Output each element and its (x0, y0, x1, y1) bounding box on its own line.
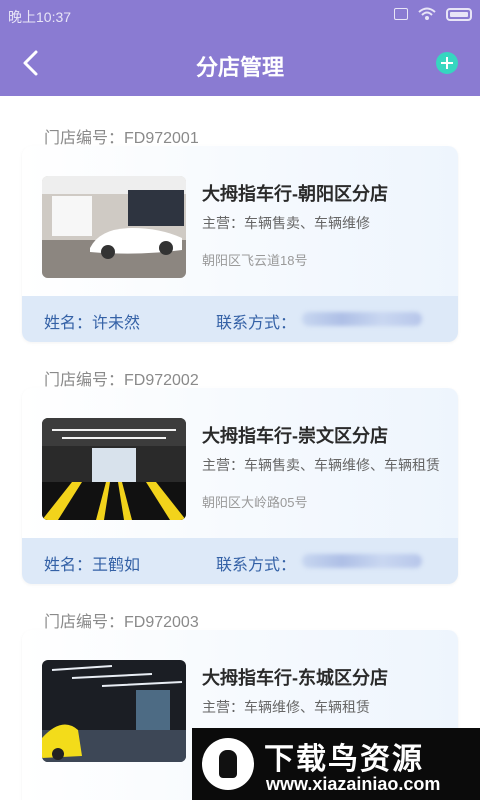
navigation-bar: 分店管理 (0, 30, 480, 96)
store-address: 朝阳区大岭路05号 (202, 495, 308, 510)
store-business: 主营：车辆售卖、车辆维修 (202, 215, 370, 231)
store-item: 门店编号：FD972002 大拇指车行-崇文区分店 主营：车辆售卖、车辆维修、车… (0, 338, 480, 584)
status-time: 晚上10:37 (8, 9, 72, 25)
contact-label: 联系方式： (216, 315, 297, 332)
store-photo (42, 418, 186, 520)
bird-logo-icon (202, 738, 254, 790)
contact-bar: 姓名：许未然 联系方式： (22, 296, 458, 342)
status-bar: 晚上10:37 (0, 0, 480, 30)
store-id: 门店编号：FD972001 (44, 130, 199, 147)
store-name: 大拇指车行-崇文区分店 (202, 426, 388, 446)
watermark-url: www.xiazainiao.com (266, 774, 441, 794)
sim-icon (394, 8, 408, 20)
store-address: 朝阳区飞云道18号 (202, 253, 308, 268)
store-id: 门店编号：FD972003 (44, 614, 199, 631)
store-card[interactable]: 大拇指车行-崇文区分店 主营：车辆售卖、车辆维修、车辆租赁 朝阳区大岭路05号 … (22, 388, 458, 584)
store-item: 门店编号：FD972001 大拇指车行-朝阳区分店 主营：车辆售卖、车辆维修 朝… (0, 96, 480, 342)
page-title: 分店管理 (195, 55, 284, 80)
store-photo (42, 176, 186, 278)
watermark-banner: 下载鸟资源 www.xiazainiao.com (192, 728, 480, 800)
store-name: 大拇指车行-朝阳区分店 (202, 184, 388, 204)
store-business: 主营：车辆售卖、车辆维修、车辆租赁 (202, 457, 440, 473)
battery-icon (446, 7, 472, 21)
contact-name: 姓名：许未然 (44, 315, 141, 332)
contact-name: 姓名：王鹤如 (44, 557, 141, 574)
wifi-icon (418, 7, 436, 20)
plus-circle-icon[interactable] (436, 52, 458, 74)
store-id: 门店编号：FD972002 (44, 372, 199, 389)
store-name: 大拇指车行-东城区分店 (202, 668, 388, 688)
blurred-phone (302, 554, 422, 568)
contact-bar: 姓名：王鹤如 联系方式： (22, 538, 458, 584)
store-business: 主营：车辆维修、车辆租赁 (202, 699, 370, 715)
store-list: 门店编号：FD972001 大拇指车行-朝阳区分店 主营：车辆售卖、车辆维修 朝… (0, 96, 480, 800)
blurred-phone (302, 312, 422, 326)
store-card[interactable]: 大拇指车行-朝阳区分店 主营：车辆售卖、车辆维修 朝阳区飞云道18号 姓名：许未… (22, 146, 458, 342)
contact-label: 联系方式： (216, 557, 297, 574)
status-icons (394, 7, 472, 21)
watermark-title: 下载鸟资源 (264, 743, 424, 776)
store-photo (42, 660, 186, 762)
